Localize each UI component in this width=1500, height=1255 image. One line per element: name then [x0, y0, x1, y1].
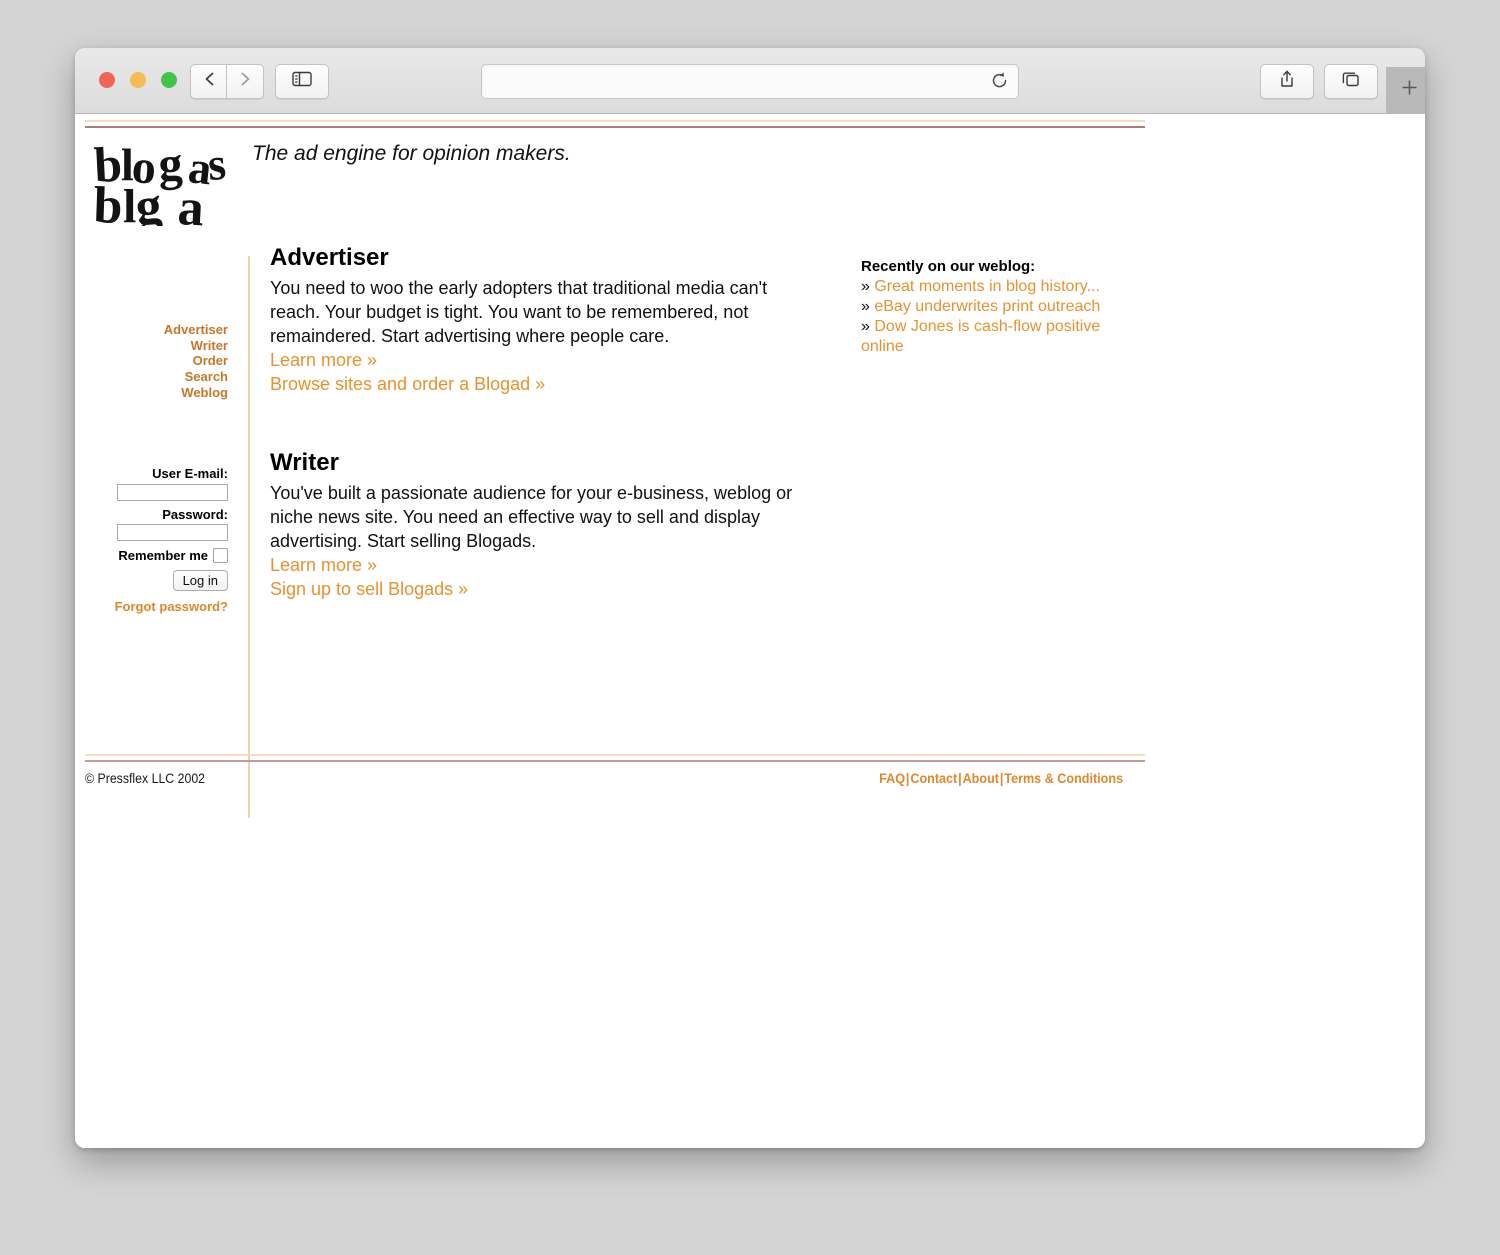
- weblog-link-2[interactable]: eBay underwrites print outreach: [874, 298, 1100, 315]
- weblog-link-3[interactable]: Dow Jones is cash-flow positive online: [861, 318, 1100, 355]
- remember-me-checkbox[interactable]: [213, 548, 228, 563]
- share-icon: [1279, 70, 1295, 93]
- weblog-heading: Recently on our weblog:: [861, 258, 1036, 275]
- copyright-text: © Pressflex LLC 2002: [85, 770, 206, 786]
- password-label: Password:: [162, 506, 228, 522]
- nav-item-order[interactable]: Order: [75, 353, 228, 369]
- advertiser-body: You need to woo the early adopters that …: [270, 278, 768, 346]
- page-footer: © Pressflex LLC 2002 FAQ|Contact|About|T…: [85, 770, 1145, 792]
- address-bar[interactable]: [481, 64, 1019, 99]
- browser-window: b l o g a s b l g a The ad engine for op…: [75, 48, 1425, 1148]
- nav-item-advertiser[interactable]: Advertiser: [75, 322, 228, 338]
- column-divider: [248, 256, 250, 818]
- reload-icon[interactable]: [990, 71, 1009, 95]
- svg-text:b: b: [93, 177, 124, 226]
- password-field[interactable]: [117, 524, 228, 541]
- writer-signup-link[interactable]: Sign up to sell Blogads »: [270, 577, 815, 601]
- forgot-password-link[interactable]: Forgot password?: [75, 599, 228, 614]
- sidebar-toggle-button[interactable]: [275, 64, 329, 99]
- back-button[interactable]: [190, 64, 227, 99]
- writer-body: You've built a passionate audience for y…: [270, 483, 793, 551]
- browser-toolbar: [75, 48, 1425, 114]
- footer-links: FAQ|Contact|About|Terms & Conditions: [879, 770, 1123, 786]
- page-content: b l o g a s b l g a The ad engine for op…: [75, 114, 1425, 1148]
- weblog-list-item: » Dow Jones is cash-flow positive online: [861, 317, 1123, 357]
- nav-item-writer[interactable]: Writer: [75, 338, 228, 354]
- bullet-icon: »: [861, 298, 870, 315]
- sidebar-toggle-icon: [292, 71, 312, 92]
- nav-item-weblog[interactable]: Weblog: [75, 385, 228, 401]
- nav-item-search[interactable]: Search: [75, 369, 228, 385]
- weblog-link-1[interactable]: Great moments in blog history...: [874, 278, 1100, 295]
- svg-text:s: s: [206, 138, 227, 190]
- new-tab-button[interactable]: [1386, 67, 1425, 113]
- login-button[interactable]: Log in: [172, 570, 228, 591]
- sidebar-nav: Advertiser Writer Order Search Weblog: [75, 322, 228, 401]
- plus-icon: [1400, 78, 1419, 102]
- show-tabs-icon: [1342, 71, 1360, 93]
- login-form: User E-mail: Password: Remember me Log i…: [75, 466, 228, 614]
- header-rule-dark: [85, 126, 1145, 128]
- writer-heading: Writer: [270, 449, 339, 476]
- footer-link-faq[interactable]: FAQ: [879, 770, 905, 786]
- share-button[interactable]: [1260, 64, 1314, 99]
- writer-learn-more-link[interactable]: Learn more »: [270, 553, 815, 577]
- bullet-icon: »: [861, 318, 870, 335]
- remember-me-row: Remember me: [75, 548, 228, 563]
- email-label: User E-mail:: [152, 466, 228, 481]
- svg-text:g: g: [133, 177, 164, 226]
- site-logo[interactable]: b l o g a s b l g a: [89, 136, 239, 238]
- advertiser-browse-order-link[interactable]: Browse sites and order a Blogad »: [270, 372, 815, 396]
- advertiser-learn-more-link[interactable]: Learn more »: [270, 348, 815, 372]
- weblog-panel: Recently on our weblog: » Great moments …: [861, 258, 1123, 357]
- weblog-list-item: » Great moments in blog history...: [861, 277, 1123, 297]
- bullet-icon: »: [861, 278, 870, 295]
- minimize-window-button[interactable]: [130, 72, 146, 88]
- window-controls: [99, 72, 177, 88]
- forward-button[interactable]: [226, 64, 264, 99]
- email-field[interactable]: [117, 483, 228, 501]
- weblog-list-item: » eBay underwrites print outreach: [861, 297, 1123, 317]
- footer-link-contact[interactable]: Contact: [910, 770, 957, 786]
- main-content: Advertiser You need to woo the early ado…: [270, 244, 815, 601]
- footer-rule-light: [85, 754, 1145, 756]
- advertiser-heading: Advertiser: [270, 244, 389, 271]
- show-tabs-button[interactable]: [1324, 64, 1378, 99]
- chevron-left-icon: [203, 71, 216, 92]
- maximize-window-button[interactable]: [161, 72, 177, 88]
- chevron-right-icon: [239, 71, 252, 92]
- close-window-button[interactable]: [99, 72, 115, 88]
- footer-link-terms[interactable]: Terms & Conditions: [1004, 770, 1123, 786]
- footer-rule-dark: [85, 760, 1145, 762]
- svg-text:a: a: [176, 179, 205, 226]
- footer-link-about[interactable]: About: [963, 770, 999, 786]
- site-tagline: The ad engine for opinion makers.: [252, 142, 571, 165]
- header-rule-light: [85, 120, 1145, 122]
- remember-me-label: Remember me: [118, 548, 208, 563]
